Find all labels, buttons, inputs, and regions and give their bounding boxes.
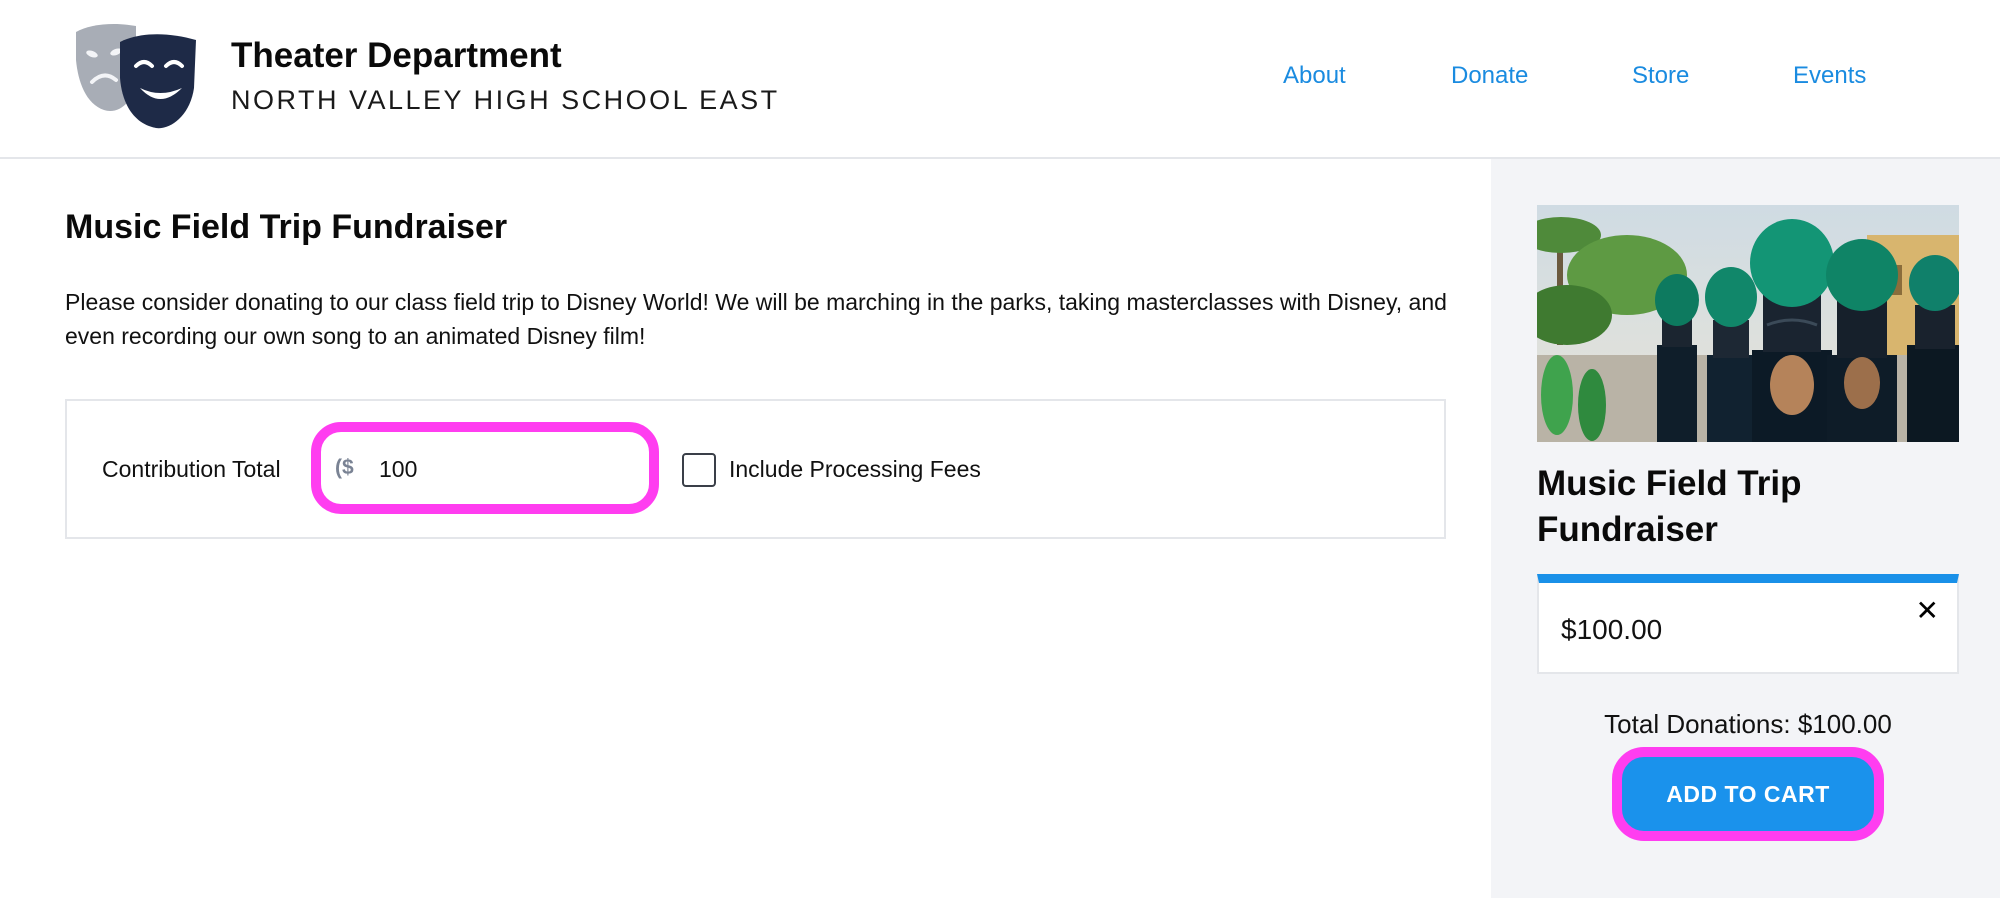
site-header: Theater Department NORTH VALLEY HIGH SCH…: [0, 0, 2000, 159]
include-fees-checkbox[interactable]: [682, 453, 716, 487]
nav-store-link[interactable]: Store: [1632, 62, 1689, 90]
cart-item-amount: $100.00: [1561, 614, 1663, 645]
page-title: Music Field Trip Fundraiser: [65, 208, 508, 246]
nav-events-link[interactable]: Events: [1793, 62, 1866, 90]
contribution-amount-input[interactable]: [379, 452, 629, 486]
cart-sidebar: Music Field Trip Fundraiser $100.00 ✕ To…: [1491, 159, 2000, 898]
fundraiser-description: Please consider donating to our class fi…: [65, 289, 1447, 349]
add-to-cart-button[interactable]: ADD TO CART: [1622, 757, 1874, 831]
theater-masks-icon[interactable]: [70, 20, 202, 130]
main-content: Music Field Trip Fundraiser Please consi…: [0, 159, 1491, 898]
amount-field-wrapper[interactable]: ($: [311, 422, 659, 514]
close-icon[interactable]: ✕: [1916, 597, 1939, 625]
nav-about-link[interactable]: About: [1283, 62, 1346, 90]
cart-item-title: Music Field Trip Fundraiser: [1537, 464, 1802, 549]
site-title: Theater Department: [231, 36, 562, 75]
nav-donate-link[interactable]: Donate: [1451, 62, 1528, 90]
cart-item: $100.00 ✕: [1537, 574, 1959, 674]
include-fees-label[interactable]: Include Processing Fees: [729, 456, 981, 483]
add-to-cart-highlight: ADD TO CART: [1612, 747, 1884, 841]
currency-prefix: ($: [335, 456, 354, 479]
contribution-total-label: Contribution Total: [102, 456, 281, 482]
marching-band-photo: [1537, 205, 1959, 442]
school-name: NORTH VALLEY HIGH SCHOOL EAST: [231, 85, 780, 115]
total-donations: Total Donations: $100.00: [1604, 709, 1892, 739]
contribution-form: Contribution Total ($ Include Processing…: [65, 399, 1446, 539]
